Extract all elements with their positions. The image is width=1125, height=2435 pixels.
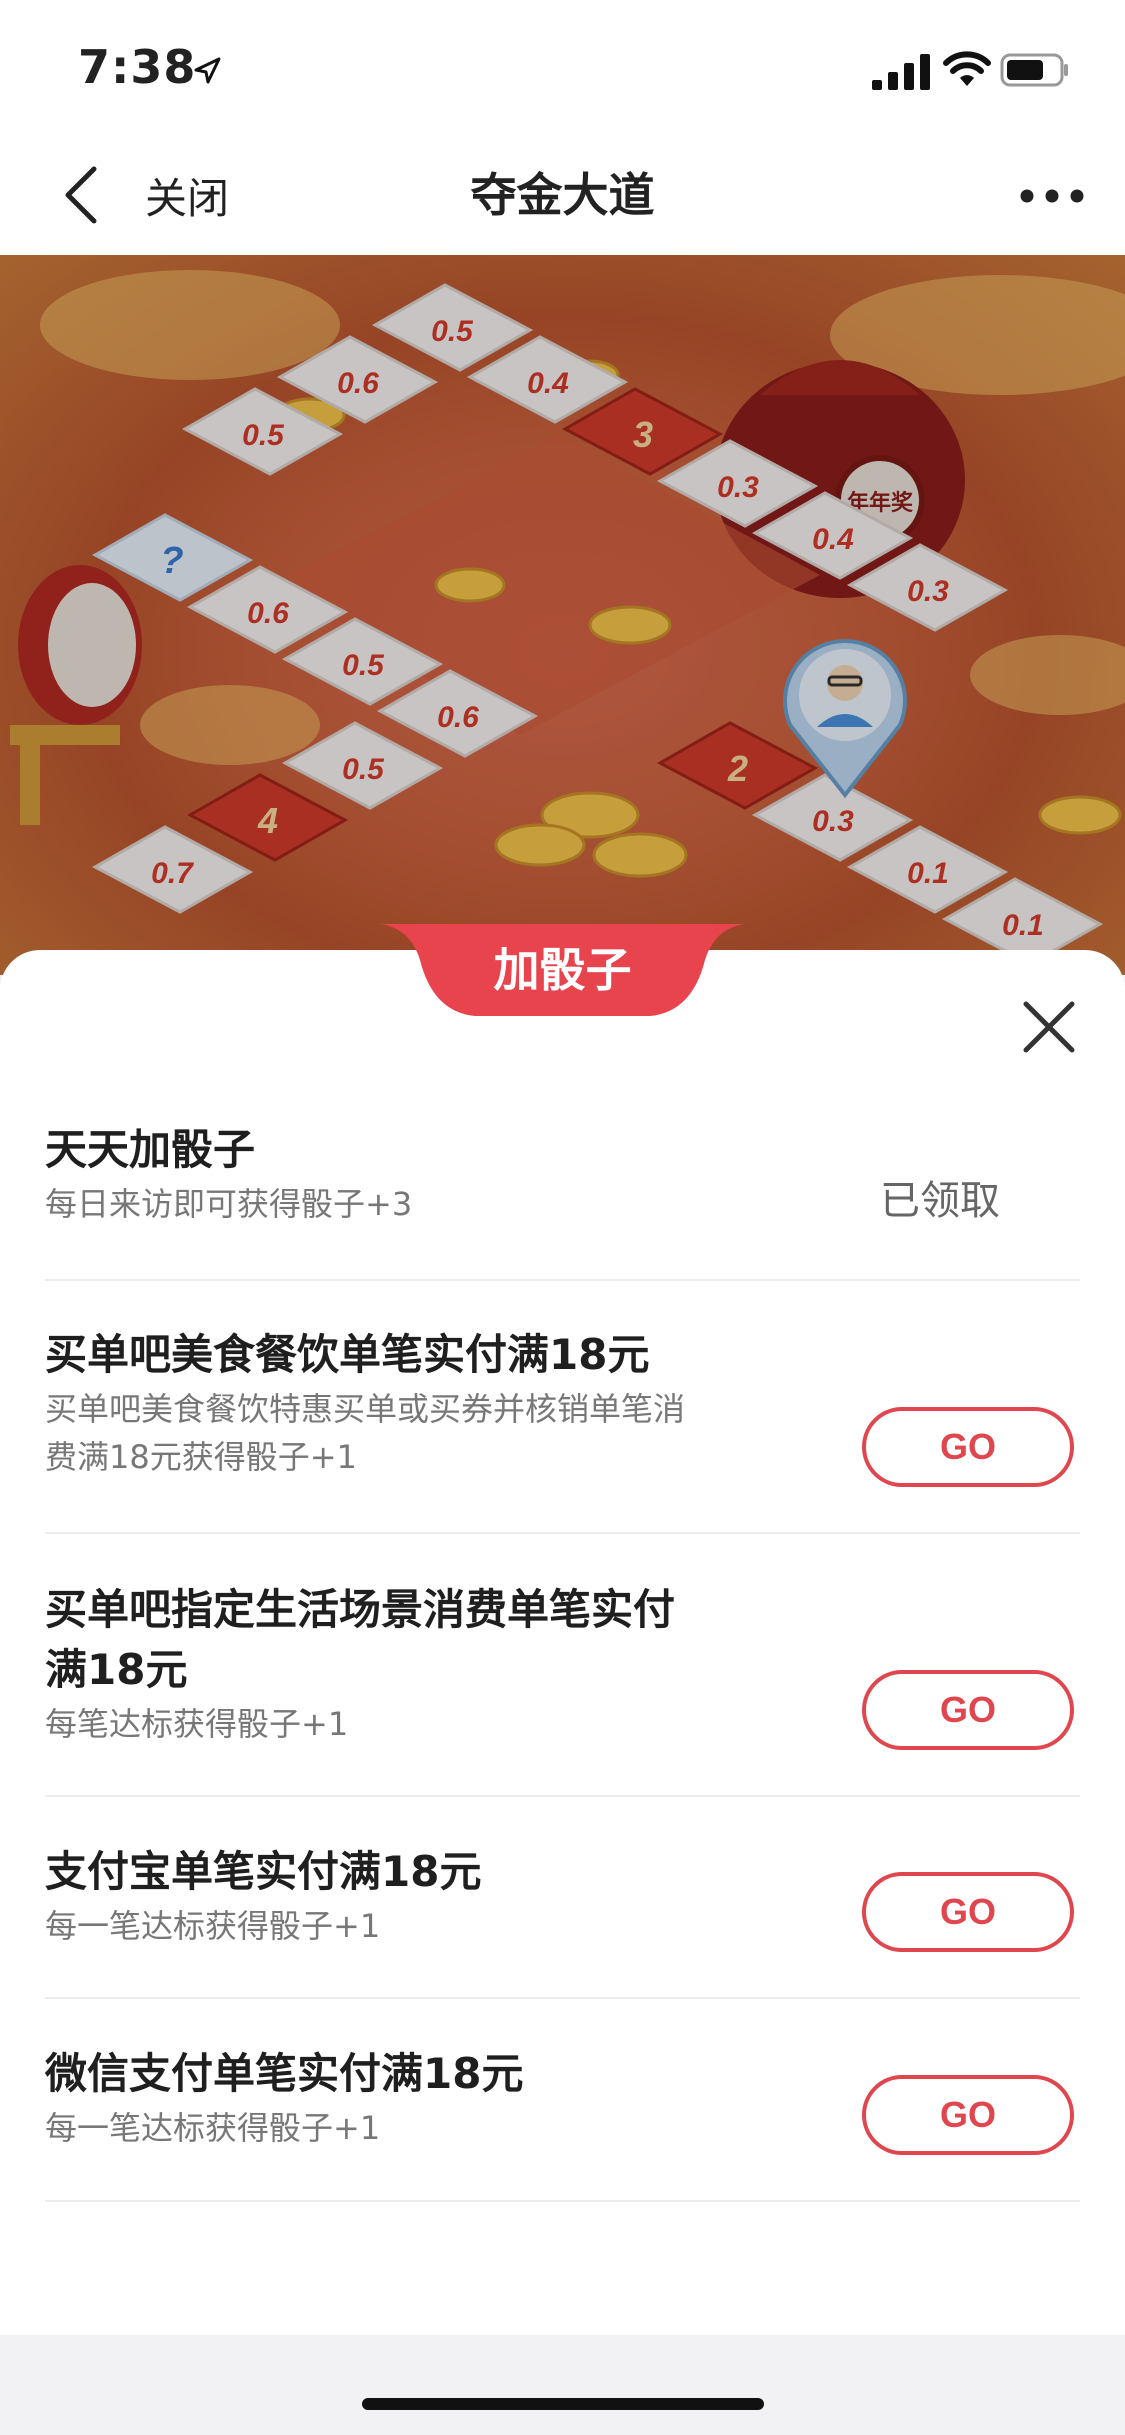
- page-title: 夺金大道: [470, 168, 655, 222]
- divider: [45, 1997, 1080, 1999]
- close-icon[interactable]: [1022, 1000, 1076, 1054]
- go-button[interactable]: GO: [862, 2075, 1074, 2155]
- divider: [45, 1795, 1080, 1797]
- task-title-line: 买单吧指定生活场景消费单笔实付: [45, 1585, 676, 1634]
- status-bar: 7:38: [0, 0, 1125, 135]
- cellular-signal-icon: [872, 54, 930, 90]
- home-indicator[interactable]: [362, 2398, 764, 2410]
- bottom-bar: [0, 2335, 1125, 2435]
- status-time: 7:38: [78, 40, 197, 94]
- claimed-status: 已领取: [880, 1178, 1000, 1224]
- nav-bar: 关闭 夺金大道: [0, 135, 1125, 255]
- go-button[interactable]: GO: [862, 1407, 1074, 1487]
- divider: [45, 2200, 1080, 2202]
- divider: [45, 1279, 1080, 1281]
- more-options-icon[interactable]: [1020, 189, 1084, 203]
- location-arrow-icon: [194, 57, 221, 84]
- wifi-icon: [943, 51, 991, 86]
- task-title: 买单吧美食餐饮单笔实付满18元: [45, 1330, 650, 1379]
- divider: [45, 1532, 1080, 1534]
- battery-icon: [1000, 53, 1068, 87]
- go-button[interactable]: GO: [862, 1872, 1074, 1952]
- game-board-banner: 年年奖 0.5 0.6 0.4 0.5 3 0.3 0.4 0.3 ? 0.6 …: [0, 255, 1125, 975]
- dim-overlay[interactable]: [0, 255, 1125, 975]
- sheet-tab-label: 加骰子: [493, 943, 632, 997]
- go-button[interactable]: GO: [862, 1670, 1074, 1750]
